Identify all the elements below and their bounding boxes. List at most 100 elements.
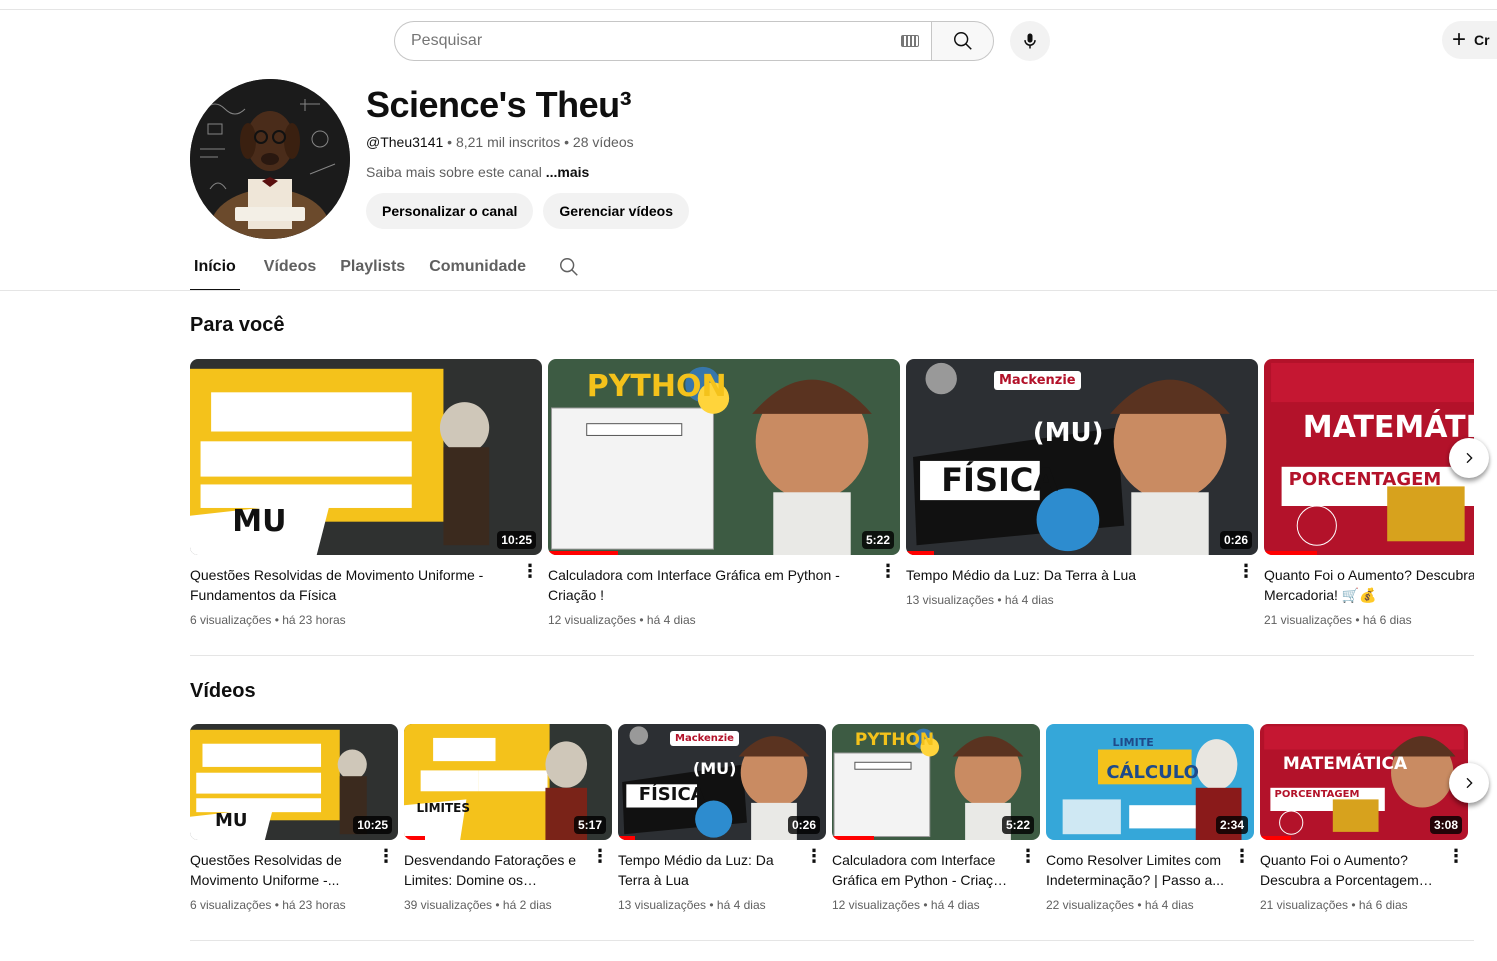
keyboard-icon[interactable]	[901, 35, 919, 47]
video-card[interactable]: MATEMÁTICA PORCENTAGEM Quanto Foi o Aumen…	[1264, 359, 1474, 627]
video-duration: 10:25	[497, 531, 536, 549]
channel-name: Science's Theu³	[366, 84, 632, 125]
video-thumbnail[interactable]: MATEMÁTICA PORCENTAGEM	[1264, 359, 1474, 555]
watch-progress-bar	[1260, 836, 1292, 840]
video-title[interactable]: Questões Resolvidas de Movimento Uniform…	[190, 565, 542, 605]
video-thumbnail[interactable]: MU 10:25	[190, 724, 398, 840]
customize-channel-button[interactable]: Personalizar o canal	[366, 193, 534, 229]
for-you-next-button[interactable]	[1449, 438, 1489, 478]
watch-progress-bar	[548, 551, 619, 555]
tab-community[interactable]: Comunidade	[429, 250, 526, 291]
create-label: Cr	[1474, 32, 1490, 48]
more-options-icon[interactable]: ⋮	[1232, 847, 1252, 865]
tab-playlists[interactable]: Playlists	[340, 250, 405, 291]
video-duration: 10:25	[353, 816, 392, 834]
more-options-icon[interactable]: ⋮	[878, 562, 898, 580]
video-card[interactable]: FÍSICA (MU) Mackenzie 0:26 Tempo Médio da …	[906, 359, 1258, 627]
video-card[interactable]: PYTHON 5:22 Calculadora com Interface Gr…	[832, 724, 1040, 912]
tab-home[interactable]: Início	[190, 250, 240, 291]
more-options-icon[interactable]: ⋮	[520, 562, 540, 580]
video-card[interactable]: LIMITES 5:17 Desvendando Fatorações e Li…	[404, 724, 612, 912]
thumbnail-badge: Mackenzie	[994, 370, 1081, 390]
video-meta: 22 visualizações • há 4 dias	[1046, 898, 1194, 912]
thumbnail-sublabel: PORCENTAGEM	[1288, 468, 1442, 490]
search-field[interactable]	[394, 21, 931, 61]
video-card[interactable]: MU 10:25 Questões Resolvidas de Moviment…	[190, 359, 542, 627]
thumbnail-label: PYTHON	[586, 368, 727, 404]
microphone-icon	[1024, 33, 1036, 49]
thumbnail-label: FÍSICA	[638, 784, 705, 806]
video-card[interactable]: CÁLCULO LIMITE 2:34 Como Resolver Limites…	[1046, 724, 1254, 912]
video-thumbnail[interactable]: MATEMÁTICA PORCENTAGEM 3:08	[1260, 724, 1468, 840]
video-title[interactable]: Quanto Foi o Aumento? Descubra o Reajust…	[1264, 565, 1474, 605]
thumbnail-label: MATEMÁTICA	[1302, 409, 1474, 445]
channel-about[interactable]: Saiba mais sobre este canal ...mais	[366, 164, 589, 180]
meta-separator: •	[564, 134, 573, 150]
video-card[interactable]: MU 10:25 Questões Resolvidas de Moviment…	[190, 724, 398, 912]
video-meta: 6 visualizações • há 23 horas	[190, 613, 346, 627]
video-thumbnail[interactable]: PYTHON 5:22	[548, 359, 900, 555]
video-card[interactable]: MATEMÁTICA PORCENTAGEM 3:08 Quanto Foi o …	[1260, 724, 1468, 912]
video-title[interactable]: Calculadora com Interface Gráfica em Pyt…	[832, 850, 1040, 890]
more-options-icon[interactable]: ⋮	[376, 847, 396, 865]
manage-videos-button[interactable]: Gerenciar vídeos	[543, 193, 690, 229]
video-duration: 5:22	[1001, 816, 1034, 834]
more-options-icon[interactable]: ⋮	[1018, 847, 1038, 865]
video-card[interactable]: PYTHON 5:22 Calculadora com Interface Gr…	[548, 359, 900, 627]
chevron-right-icon	[1466, 777, 1473, 789]
video-title[interactable]: Quanto Foi o Aumento? Descubra a Porcent…	[1260, 850, 1468, 890]
search-button[interactable]	[931, 21, 994, 61]
videos-row: MU 10:25 Questões Resolvidas de Moviment…	[190, 724, 1474, 912]
video-title[interactable]: Questões Resolvidas de Movimento Uniform…	[190, 850, 398, 890]
plus-icon: +	[1452, 26, 1467, 53]
watch-progress-bar	[1264, 551, 1317, 555]
video-thumbnail[interactable]: PYTHON 5:22	[832, 724, 1040, 840]
channel-meta: @Theu3141 • 8,21 mil inscritos • 28 víde…	[366, 134, 634, 150]
video-card[interactable]: FÍSICA (MU) Mackenzie 0:26 Tempo Médio da …	[618, 724, 826, 912]
for-you-row: MU 10:25 Questões Resolvidas de Moviment…	[190, 359, 1474, 627]
video-thumbnail[interactable]: FÍSICA (MU) Mackenzie 0:26	[906, 359, 1258, 555]
more-options-icon[interactable]: ⋮	[590, 847, 610, 865]
meta-separator: •	[447, 134, 456, 150]
thumbnail-sublabel: PORCENTAGEM	[1274, 788, 1360, 800]
video-meta: 6 visualizações • há 23 horas	[190, 898, 346, 912]
channel-search-button[interactable]	[558, 256, 580, 283]
video-title[interactable]: Como Resolver Limites com Indeterminação…	[1046, 850, 1254, 890]
video-count: 28 vídeos	[572, 134, 634, 150]
tab-videos[interactable]: Vídeos	[264, 250, 316, 291]
thumbnail-label: MU	[232, 504, 287, 540]
watch-progress-bar	[832, 836, 874, 840]
more-options-icon[interactable]: ⋮	[804, 847, 824, 865]
video-thumbnail[interactable]: CÁLCULO LIMITE 2:34	[1046, 724, 1254, 840]
video-title[interactable]: Tempo Médio da Luz: Da Terra à Lua	[618, 850, 826, 890]
create-button[interactable]: + Cr	[1442, 21, 1497, 59]
voice-search-button[interactable]	[1010, 21, 1050, 61]
channel-handle: @Theu3141	[366, 134, 444, 150]
thumbnail-sublabel: (MU)	[1032, 417, 1104, 448]
channel-avatar[interactable]	[190, 79, 350, 239]
watch-progress-bar	[906, 551, 935, 555]
about-text: Saiba mais sobre este canal	[366, 164, 542, 180]
video-title[interactable]: Desvendando Fatorações e Limites: Domine…	[404, 850, 612, 890]
video-title[interactable]: Tempo Médio da Luz: Da Terra à Lua	[906, 565, 1258, 585]
thumbnail-sublabel: LIMITE	[1112, 735, 1154, 749]
more-options-icon[interactable]: ⋮	[1446, 847, 1466, 865]
about-more-link[interactable]: ...mais	[546, 164, 590, 180]
browser-top-edge	[0, 0, 1497, 10]
more-options-icon[interactable]: ⋮	[1236, 562, 1256, 580]
video-duration: 5:17	[573, 816, 606, 834]
video-title[interactable]: Calculadora com Interface Gráfica em Pyt…	[548, 565, 900, 605]
thumbnail-label: MU	[214, 809, 248, 831]
video-meta: 39 visualizações • há 2 dias	[404, 898, 552, 912]
thumbnail-label: PYTHON	[854, 729, 935, 750]
watch-progress-bar	[618, 836, 635, 840]
video-meta: 13 visualizações • há 4 dias	[618, 898, 766, 912]
videos-next-button[interactable]	[1449, 763, 1489, 803]
video-thumbnail[interactable]: LIMITES 5:17	[404, 724, 612, 840]
video-thumbnail[interactable]: FÍSICA (MU) Mackenzie 0:26	[618, 724, 826, 840]
thumbnail-label: FÍSICA	[941, 460, 1059, 499]
thumbnail-label: CÁLCULO	[1106, 762, 1199, 784]
search-input[interactable]	[411, 32, 901, 50]
video-thumbnail[interactable]: MU 10:25	[190, 359, 542, 555]
thumbnail-label: MATEMÁTICA	[1282, 754, 1408, 775]
